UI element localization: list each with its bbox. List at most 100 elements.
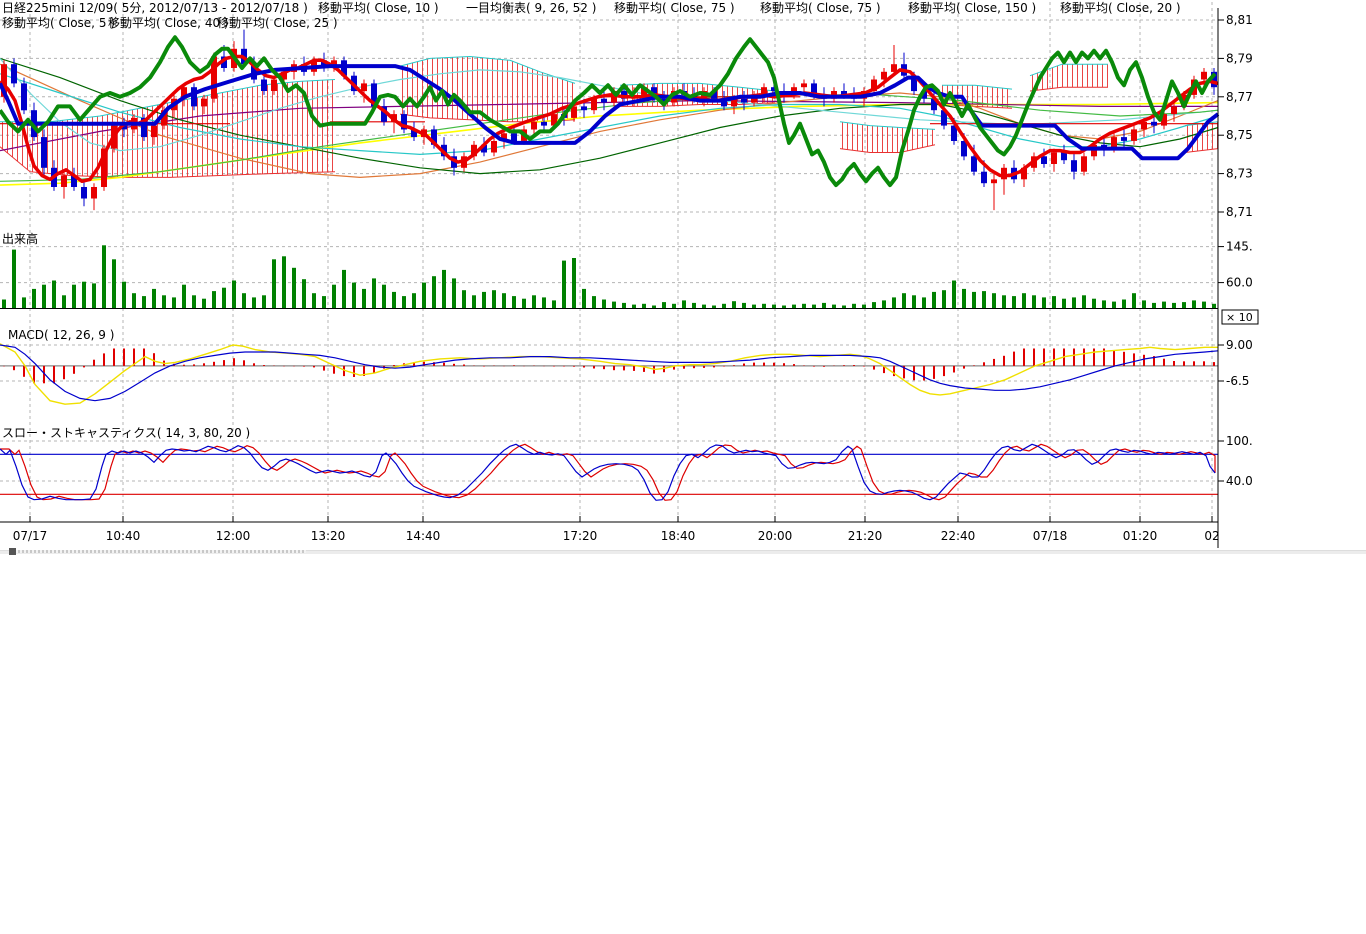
volume-bar — [532, 295, 536, 308]
time-tick-label: 07/18 — [1033, 529, 1068, 543]
volume-bar — [712, 306, 716, 309]
volume-bar — [1052, 296, 1056, 308]
candle-up — [201, 99, 207, 107]
volume-bar — [132, 293, 136, 308]
candle-down — [971, 156, 977, 171]
axis-tick-label: -6.5 — [1226, 374, 1249, 388]
volume-bar — [752, 305, 756, 308]
legend-item: 移動平均( Close, 20 ) — [1060, 1, 1181, 15]
volume-bar — [732, 301, 736, 308]
candle-up — [1051, 153, 1057, 165]
volume-bar — [262, 295, 266, 308]
axis-tick-label: 40.0 — [1226, 474, 1253, 488]
stoch-k-line — [0, 444, 1215, 500]
axis-tick-label: 8,71 — [1226, 205, 1253, 219]
volume-bar — [312, 293, 316, 308]
time-tick-label: 20:00 — [758, 529, 793, 543]
volume-bar — [1002, 295, 1006, 308]
volume-bar — [942, 290, 946, 308]
volume-bar — [1192, 300, 1196, 308]
candle-up — [571, 106, 577, 118]
volume-bar — [902, 293, 906, 308]
volume-bar — [412, 293, 416, 308]
candle-up — [91, 187, 97, 199]
volume-bar — [722, 304, 726, 308]
volume-bar — [572, 258, 576, 308]
legend-row-1: 日経225mini 12/09( 5分, 2012/07/13 - 2012/0… — [2, 1, 1181, 15]
volume-bar — [422, 283, 426, 308]
time-tick-label: 10:40 — [106, 529, 141, 543]
volume-bar — [682, 300, 686, 308]
legend-row-2: 移動平均( Close, 5 )移動平均( Close, 40 )移動平均( C… — [2, 16, 338, 30]
axis-tick-label: 9.00 — [1226, 338, 1253, 352]
volume-bar — [12, 250, 16, 308]
time-tick-label: 02 — [1204, 529, 1219, 543]
volume-bar — [962, 289, 966, 308]
volume-bar — [1132, 293, 1136, 308]
volume-bar — [662, 302, 666, 308]
volume-bar — [332, 285, 336, 308]
volume-bar — [162, 295, 166, 308]
volume-bar — [1172, 303, 1176, 308]
volume-bar — [672, 304, 676, 308]
candle-down — [261, 80, 267, 92]
volume-bar — [742, 303, 746, 308]
time-tick-label: 21:20 — [848, 529, 883, 543]
volume-bar — [582, 289, 586, 308]
time-tick-label: 12:00 — [216, 529, 251, 543]
candle-down — [541, 122, 547, 126]
candle-down — [1151, 122, 1157, 126]
volume-bar — [1152, 303, 1156, 308]
volume-bar — [1162, 302, 1166, 308]
volume-bar — [252, 297, 256, 308]
volume-bar — [232, 281, 236, 309]
volume-bar — [452, 278, 456, 308]
scrollbar-handle[interactable] — [9, 548, 16, 555]
legend-item: 一目均衡表( 9, 26, 52 ) — [466, 1, 596, 15]
volume-bar — [592, 296, 596, 308]
axis-tick-label: 8,73 — [1226, 167, 1253, 181]
volume-bar — [372, 278, 376, 308]
volume-bar — [222, 288, 226, 308]
chart-canvas[interactable]: 8,818,798,778,758,738,71145.60.09.00-6.5… — [0, 0, 1366, 560]
volume-bar — [882, 300, 886, 308]
axis-tick-label: 145. — [1226, 240, 1253, 254]
volume-bar — [282, 256, 286, 308]
volume-bar — [802, 304, 806, 308]
volume-bar — [1072, 297, 1076, 308]
time-tick-label: 18:40 — [661, 529, 696, 543]
volume-bar — [602, 300, 606, 309]
volume-bar — [72, 285, 76, 308]
volume-bar — [1142, 300, 1146, 308]
candle-up — [1081, 156, 1087, 171]
cloud-segment — [0, 80, 335, 178]
volume-bar — [842, 306, 846, 309]
volume-bar — [462, 290, 466, 308]
axis-tick-label: 8,77 — [1226, 90, 1253, 104]
volume-bar — [932, 292, 936, 308]
candle-up — [151, 126, 157, 138]
volume-bar — [92, 283, 96, 308]
volume-bar — [872, 302, 876, 308]
legend-item: 移動平均( Close, 40 ) — [108, 16, 229, 30]
volume-bar — [562, 261, 566, 308]
candle-up — [61, 176, 67, 188]
volume-bar — [432, 276, 436, 308]
volume-bar — [652, 306, 656, 309]
candle-up — [801, 83, 807, 87]
legend-item: 移動平均( Close, 5 ) — [2, 16, 115, 30]
volume-bar — [1122, 300, 1126, 309]
time-tick-label: 13:20 — [311, 529, 346, 543]
volume-bar — [52, 281, 56, 309]
candle-up — [991, 179, 997, 183]
candle-up — [491, 141, 497, 153]
candle-down — [1041, 156, 1047, 164]
volume-bar — [112, 259, 116, 308]
volume-bar — [912, 295, 916, 308]
volume-bar — [1102, 300, 1106, 308]
volume-bar — [772, 305, 776, 308]
volume-bar — [832, 305, 836, 308]
volume-bar — [292, 268, 296, 308]
candle-down — [21, 83, 27, 110]
scrollbar-dotted-track[interactable] — [14, 550, 306, 553]
